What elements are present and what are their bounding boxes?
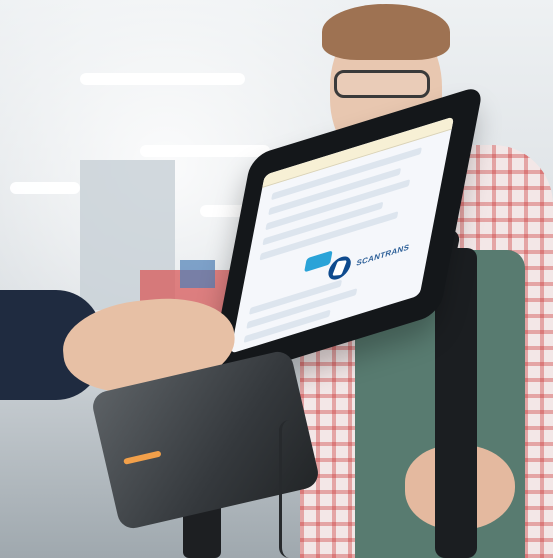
pos-tablet-screen[interactable]: SCANTRANS: [230, 116, 455, 354]
ceiling-light-3: [10, 182, 80, 194]
brand-text: SCANTRANS: [355, 242, 411, 268]
store-shelf-blue-products: [180, 260, 215, 288]
cashier-hair: [322, 4, 450, 60]
card-reader-slot[interactable]: [123, 450, 162, 465]
brand-lockup: SCANTRANS: [326, 235, 412, 283]
ceiling-light-2: [140, 145, 270, 157]
terminal-cable: [279, 420, 300, 558]
checkout-scene: SCANTRANS: [0, 0, 553, 558]
ceiling-light-1: [80, 73, 245, 85]
glasses: [334, 70, 430, 98]
